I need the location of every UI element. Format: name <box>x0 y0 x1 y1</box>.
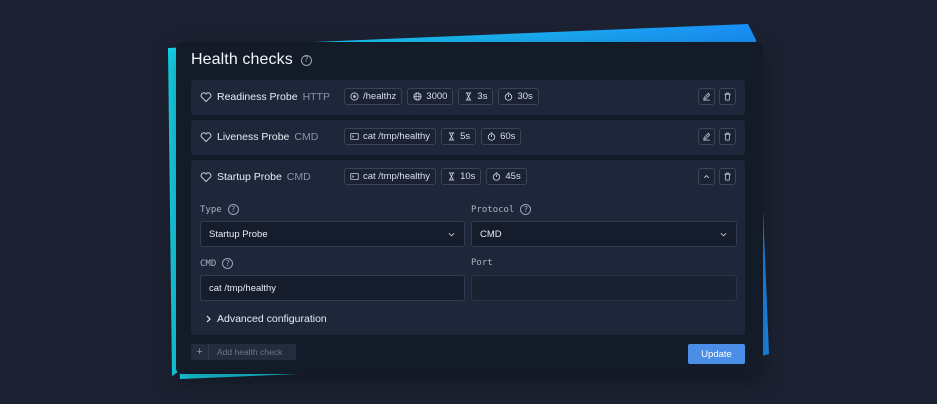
hourglass-icon <box>448 132 455 141</box>
protocol-select[interactable]: CMD <box>471 221 737 247</box>
probe-type: CMD <box>286 171 311 183</box>
collapse-button[interactable] <box>698 168 715 185</box>
period-chip: 30s <box>498 88 539 105</box>
pencil-icon <box>703 92 711 101</box>
type-select[interactable]: Startup Probe <box>200 221 465 247</box>
protocol-label: Protocol ? <box>471 204 532 215</box>
advanced-configuration-label: Advanced configuration <box>217 313 327 325</box>
trash-icon <box>724 92 731 101</box>
target-icon <box>350 92 359 101</box>
port-label-text: Port <box>471 258 493 268</box>
probe-row-startup: Startup Probe CMD cat /tmp/healthy 10s 45… <box>191 160 745 335</box>
chevron-up-icon <box>703 174 710 179</box>
heart-icon <box>200 172 212 183</box>
terminal-icon <box>350 132 359 141</box>
chip-text: 60s <box>500 131 516 142</box>
path-chip: /healthz <box>344 88 403 105</box>
probe-summary-chips: /healthz 3000 3s 30s <box>344 88 539 105</box>
chip-text: 5s <box>460 131 471 142</box>
port-input[interactable] <box>471 275 737 301</box>
help-icon[interactable]: ? <box>300 54 312 66</box>
timeout-chip: 5s <box>441 128 477 145</box>
chevron-down-icon <box>720 232 727 237</box>
plus-icon: + <box>191 344 209 360</box>
period-chip: 45s <box>486 168 527 185</box>
type-label-text: Type <box>200 204 222 215</box>
delete-button[interactable] <box>719 128 736 145</box>
page-title: Health checks <box>191 51 293 68</box>
probe-name: Liveness Probe <box>217 131 290 143</box>
probe-name: Startup Probe <box>217 171 282 183</box>
trash-icon <box>724 132 731 141</box>
command-chip: cat /tmp/healthy <box>344 128 437 145</box>
chip-text: 10s <box>460 171 476 182</box>
protocol-label-text: Protocol <box>471 204 515 215</box>
update-button[interactable]: Update <box>688 344 745 364</box>
chevron-right-icon <box>206 315 211 323</box>
probe-type: CMD <box>294 131 319 143</box>
health-checks-panel: Health checks ? Readiness Probe HTTP /hea… <box>176 42 763 374</box>
probe-summary-chips: cat /tmp/healthy 10s 45s <box>344 168 527 185</box>
type-label: Type ? <box>200 204 239 215</box>
heart-icon <box>200 92 212 103</box>
stopwatch-icon <box>493 172 501 181</box>
type-select-value: Startup Probe <box>209 228 268 240</box>
panel-header: Health checks ? <box>191 51 312 69</box>
probe-row-header[interactable]: Startup Probe CMD cat /tmp/healthy 10s 45… <box>191 160 745 195</box>
heart-icon <box>200 132 212 143</box>
row-actions <box>698 128 736 145</box>
globe-icon <box>413 92 422 101</box>
delete-button[interactable] <box>719 88 736 105</box>
chip-text: cat /tmp/healthy <box>363 171 431 182</box>
edit-button[interactable] <box>698 128 715 145</box>
probe-type: HTTP <box>302 91 330 103</box>
edit-button[interactable] <box>698 88 715 105</box>
probe-title: Readiness Probe HTTP <box>217 91 330 103</box>
terminal-icon <box>350 172 359 181</box>
command-chip: cat /tmp/healthy <box>344 168 437 185</box>
timeout-chip: 10s <box>441 168 482 185</box>
help-icon[interactable]: ? <box>222 258 234 269</box>
protocol-select-value: CMD <box>480 228 502 240</box>
help-icon[interactable]: ? <box>227 204 239 215</box>
add-health-check-label: Add health check <box>217 347 283 357</box>
trash-icon <box>724 172 731 181</box>
probe-row-liveness[interactable]: Liveness Probe CMD cat /tmp/healthy 5s 60… <box>191 120 745 155</box>
chip-text: /healthz <box>363 91 397 102</box>
add-health-check-button[interactable]: + Add health check <box>191 344 296 360</box>
probe-summary-chips: cat /tmp/healthy 5s 60s <box>344 128 522 145</box>
hourglass-icon <box>448 172 455 181</box>
probe-name: Readiness Probe <box>217 91 298 103</box>
chip-text: cat /tmp/healthy <box>363 131 431 142</box>
probe-row-readiness[interactable]: Readiness Probe HTTP /healthz 3000 3s 30s <box>191 80 745 115</box>
probe-title: Liveness Probe CMD <box>217 131 318 143</box>
chip-text: 30s <box>517 91 533 102</box>
cmd-input[interactable]: cat /tmp/healthy <box>200 275 465 301</box>
advanced-configuration-toggle[interactable]: Advanced configuration <box>205 313 327 325</box>
delete-button[interactable] <box>719 168 736 185</box>
probe-title: Startup Probe CMD <box>217 171 311 183</box>
chip-text: 3000 <box>426 91 448 102</box>
cmd-input-value: cat /tmp/healthy <box>209 282 277 294</box>
chip-text: 3s <box>477 91 488 102</box>
pencil-icon <box>703 132 711 141</box>
chip-text: 45s <box>505 171 521 182</box>
port-label: Port <box>471 258 493 268</box>
period-chip: 60s <box>481 128 522 145</box>
stopwatch-icon <box>505 92 513 101</box>
port-chip: 3000 <box>407 88 454 105</box>
help-icon[interactable]: ? <box>520 204 532 215</box>
chevron-down-icon <box>448 232 455 237</box>
timeout-chip: 3s <box>458 88 494 105</box>
cmd-label: CMD ? <box>200 258 234 269</box>
stopwatch-icon <box>487 132 496 141</box>
cmd-label-text: CMD <box>200 258 217 269</box>
row-actions <box>698 168 736 185</box>
hourglass-icon <box>466 92 472 101</box>
row-actions <box>698 88 736 105</box>
